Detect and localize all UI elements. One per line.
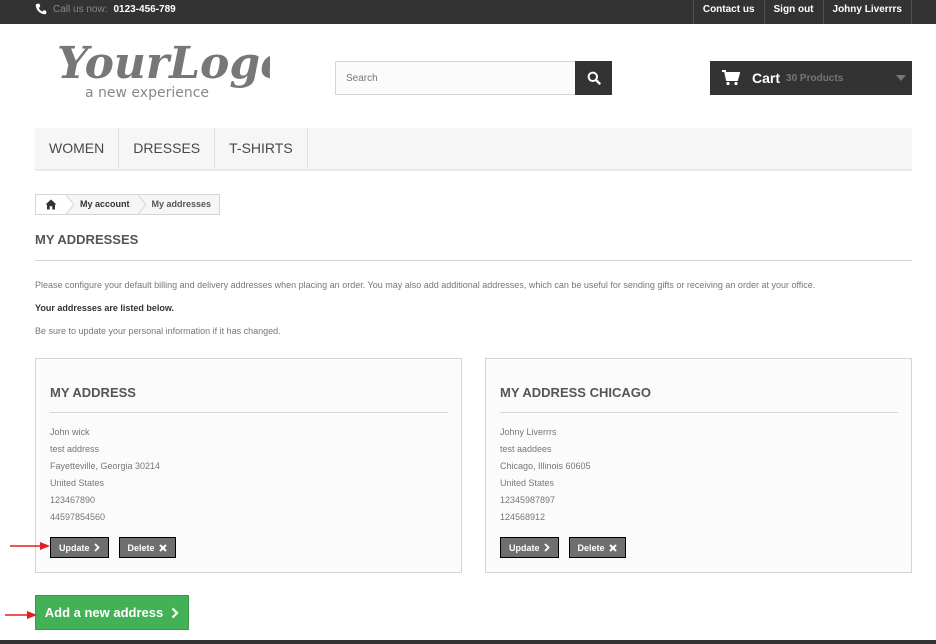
address-name: John wick — [50, 427, 90, 437]
address-card: MY ADDRESS CHICAGO Johny Liverrrs test a… — [485, 358, 912, 573]
annotation-arrow-icon — [10, 542, 50, 550]
address-title: MY ADDRESS CHICAGO — [500, 385, 651, 400]
breadcrumb-separator — [137, 195, 147, 214]
update-button[interactable]: Update — [500, 537, 559, 558]
address-phone: 123467890 — [50, 495, 96, 505]
cart-button[interactable]: Cart 30 Products — [710, 61, 912, 95]
phone-number: 0123-456-789 — [113, 3, 176, 15]
phone-icon — [35, 3, 47, 15]
listed-text: Your addresses are listed below. — [35, 303, 175, 313]
search-bar — [335, 61, 612, 95]
address-title: MY ADDRESS — [50, 385, 136, 400]
cart-icon — [722, 70, 740, 86]
delete-button[interactable]: Delete — [568, 537, 626, 558]
update-label: Update — [509, 542, 540, 553]
home-icon — [45, 199, 57, 210]
breadcrumb-my-addresses: My addresses — [151, 199, 212, 209]
address-street: test address — [50, 444, 100, 454]
logo-main: YourLogo — [57, 38, 270, 89]
call-prefix: Call us now: — [53, 3, 108, 15]
top-bar: Call us now: 0123-456-789 Contact us Sig… — [0, 0, 936, 24]
sign-out-link[interactable]: Sign out — [763, 0, 823, 24]
address-mobile: 124568912 — [500, 512, 546, 522]
update-button[interactable]: Update — [50, 537, 109, 558]
delete-label: Delete — [577, 542, 605, 553]
close-icon — [158, 543, 167, 552]
chevron-right-icon — [93, 543, 100, 552]
breadcrumb-separator — [66, 195, 75, 214]
cart-label: Cart — [752, 70, 781, 86]
annotation-arrow-icon — [5, 611, 37, 619]
contact-us-link[interactable]: Contact us — [692, 0, 764, 24]
address-country: United States — [50, 478, 105, 488]
close-icon — [608, 543, 617, 552]
search-icon — [587, 71, 601, 85]
menu-item-women[interactable]: WOMEN — [35, 128, 120, 169]
address-lines: Johny Liverrrs test aaddees Chicago, Ill… — [500, 426, 591, 528]
delete-label: Delete — [127, 542, 155, 553]
address-lines: John wick test address Fayetteville, Geo… — [50, 426, 160, 528]
address-city: Fayetteville, Georgia 30214 — [50, 461, 161, 471]
site-logo[interactable]: YourLogo a new experience — [55, 38, 270, 104]
address-divider — [500, 412, 898, 413]
search-button[interactable] — [575, 61, 612, 95]
page-title: MY ADDRESSES — [35, 232, 139, 247]
breadcrumb: My account My addresses — [35, 194, 221, 215]
address-country: United States — [500, 478, 555, 488]
address-divider — [50, 412, 448, 413]
delete-button[interactable]: Delete — [118, 537, 176, 558]
account-name-link[interactable]: Johny Liverrrs — [822, 0, 912, 24]
address-phone: 12345987897 — [500, 495, 556, 505]
chevron-right-icon — [543, 543, 550, 552]
chevron-right-icon — [171, 607, 179, 618]
breadcrumb-home[interactable] — [36, 195, 66, 214]
cart-count: 30 Products — [786, 72, 844, 84]
address-city: Chicago, Illinois 60605 — [500, 461, 591, 471]
address-mobile: 44597854560 — [50, 512, 106, 522]
call-us: Call us now: 0123-456-789 — [35, 3, 176, 15]
address-name: Johny Liverrrs — [500, 427, 557, 437]
update-label: Update — [59, 542, 90, 553]
chevron-down-icon — [896, 75, 906, 81]
footer-bar — [0, 640, 936, 644]
main-menu: WOMEN DRESSES T-SHIRTS — [35, 128, 912, 171]
menu-item-t-shirts[interactable]: T-SHIRTS — [215, 128, 308, 169]
logo-tagline: a new experience — [85, 85, 209, 101]
add-new-address-button[interactable]: Add a new address — [35, 595, 189, 630]
intro-text: Please configure your default billing an… — [35, 280, 816, 290]
breadcrumb-my-account[interactable]: My account — [76, 195, 138, 214]
title-divider — [35, 260, 912, 261]
search-input[interactable] — [336, 62, 576, 94]
menu-item-dresses[interactable]: DRESSES — [119, 128, 216, 169]
address-street: test aaddees — [500, 444, 552, 454]
add-address-label: Add a new address — [44, 605, 164, 620]
address-card: MY ADDRESS John wick test address Fayett… — [35, 358, 462, 573]
update-note: Be sure to update your personal informat… — [35, 326, 281, 336]
top-nav: Contact us Sign out Johny Liverrrs — [692, 0, 912, 24]
